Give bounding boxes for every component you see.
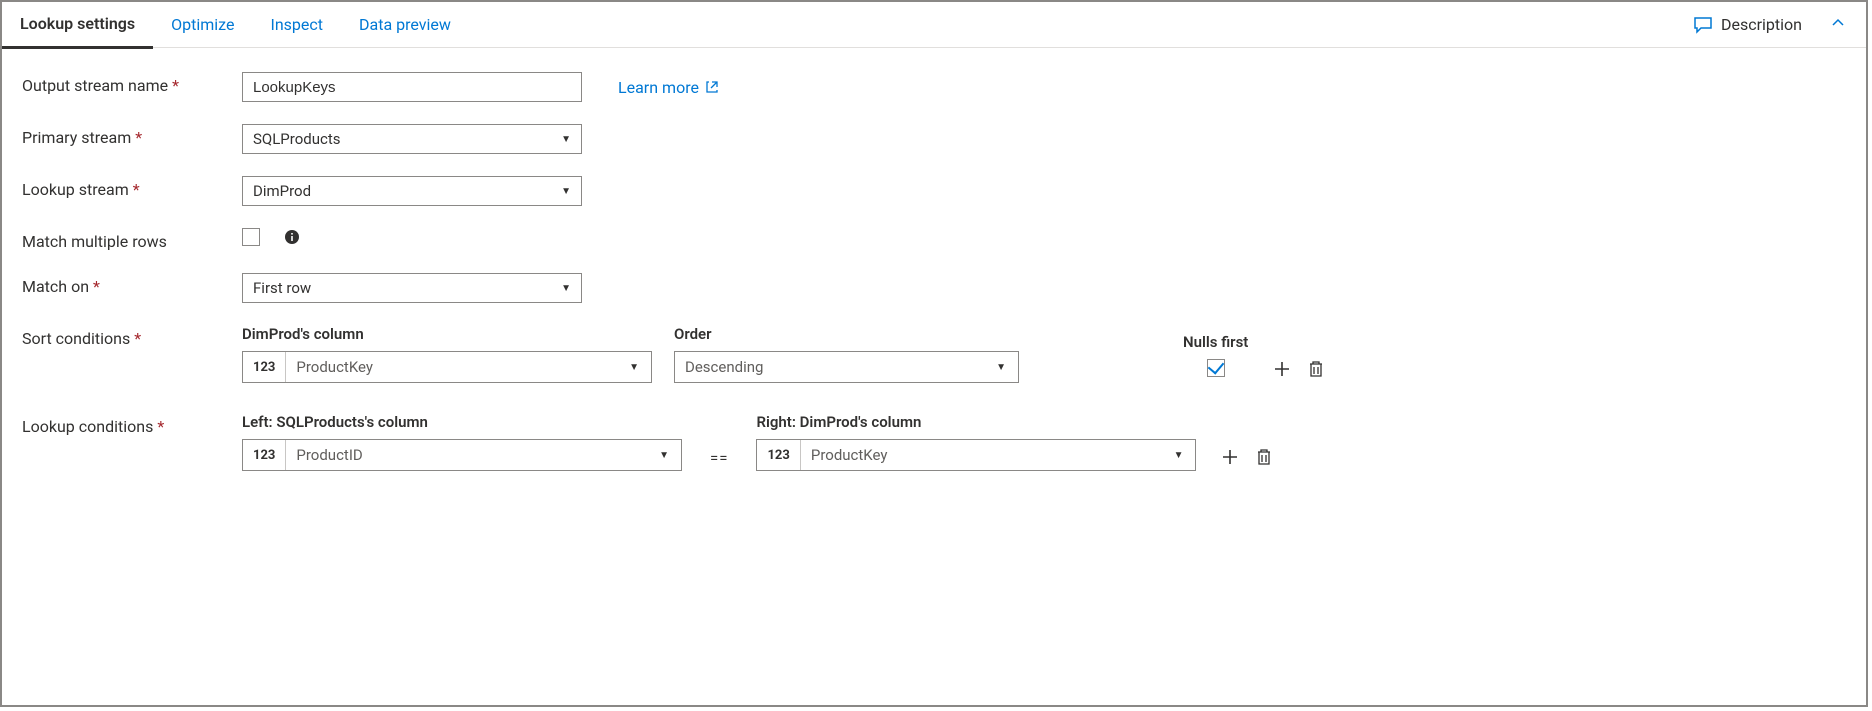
sort-column-header: DimProd's column bbox=[242, 325, 652, 343]
chevron-down-icon: ▼ bbox=[984, 362, 1018, 373]
chevron-down-icon: ▼ bbox=[561, 134, 571, 145]
lookup-settings-panel: Lookup settings Optimize Inspect Data pr… bbox=[0, 0, 1868, 707]
label-output-stream-name: Output stream name* bbox=[22, 72, 242, 95]
trash-icon bbox=[1308, 360, 1324, 378]
label-sort-conditions: Sort conditions* bbox=[22, 325, 242, 348]
delete-sort-row-button[interactable] bbox=[1304, 357, 1328, 381]
plus-icon bbox=[1273, 360, 1291, 378]
match-on-dropdown[interactable]: First row ▼ bbox=[242, 273, 582, 303]
settings-body: Output stream name* Learn more Primary s… bbox=[2, 48, 1866, 513]
match-multiple-rows-checkbox[interactable] bbox=[242, 228, 260, 246]
type-badge: 123 bbox=[243, 352, 286, 382]
delete-lookup-row-button[interactable] bbox=[1252, 445, 1276, 469]
tab-lookup-settings[interactable]: Lookup settings bbox=[2, 1, 153, 49]
plus-icon bbox=[1221, 448, 1239, 466]
type-badge: 123 bbox=[243, 440, 286, 470]
label-match-multiple-rows: Match multiple rows bbox=[22, 228, 242, 251]
description-label: Description bbox=[1721, 15, 1802, 34]
tab-optimize[interactable]: Optimize bbox=[153, 2, 252, 47]
lookup-right-header: Right: DimProd's column bbox=[756, 413, 1196, 431]
type-badge: 123 bbox=[757, 440, 800, 470]
sort-column-dropdown[interactable]: 123 ProductKey ▼ bbox=[242, 351, 652, 383]
tab-bar: Lookup settings Optimize Inspect Data pr… bbox=[2, 2, 1866, 48]
primary-stream-dropdown[interactable]: SQLProducts ▼ bbox=[242, 124, 582, 154]
nulls-first-header: Nulls first bbox=[1183, 333, 1248, 351]
chevron-down-icon: ▼ bbox=[561, 283, 571, 294]
label-primary-stream: Primary stream* bbox=[22, 124, 242, 147]
tab-data-preview[interactable]: Data preview bbox=[341, 2, 469, 47]
learn-more-link[interactable]: Learn more bbox=[618, 78, 719, 97]
sort-order-header: Order bbox=[674, 325, 1019, 343]
chevron-down-icon: ▼ bbox=[617, 362, 651, 373]
label-match-on: Match on* bbox=[22, 273, 242, 296]
comment-icon bbox=[1693, 16, 1713, 34]
info-icon[interactable] bbox=[284, 229, 300, 245]
lookup-operator: == bbox=[704, 449, 734, 471]
description-button[interactable]: Description bbox=[1693, 15, 1856, 35]
trash-icon bbox=[1256, 448, 1272, 466]
add-lookup-row-button[interactable] bbox=[1218, 445, 1242, 469]
external-link-icon bbox=[705, 80, 719, 94]
label-lookup-stream: Lookup stream* bbox=[22, 176, 242, 199]
tab-inspect[interactable]: Inspect bbox=[252, 2, 341, 47]
chevron-down-icon: ▼ bbox=[1162, 450, 1196, 461]
sort-order-dropdown[interactable]: Descending ▼ bbox=[674, 351, 1019, 383]
chevron-down-icon: ▼ bbox=[561, 186, 571, 197]
lookup-right-column-dropdown[interactable]: 123 ProductKey ▼ bbox=[756, 439, 1196, 471]
nulls-first-checkbox[interactable] bbox=[1207, 359, 1225, 377]
lookup-left-header: Left: SQLProducts's column bbox=[242, 413, 682, 431]
label-lookup-conditions: Lookup conditions* bbox=[22, 413, 242, 436]
add-sort-row-button[interactable] bbox=[1270, 357, 1294, 381]
chevron-down-icon: ▼ bbox=[647, 450, 681, 461]
lookup-stream-dropdown[interactable]: DimProd ▼ bbox=[242, 176, 582, 206]
chevron-up-icon[interactable] bbox=[1830, 15, 1846, 35]
lookup-left-column-dropdown[interactable]: 123 ProductID ▼ bbox=[242, 439, 682, 471]
output-stream-name-input[interactable] bbox=[242, 72, 582, 102]
